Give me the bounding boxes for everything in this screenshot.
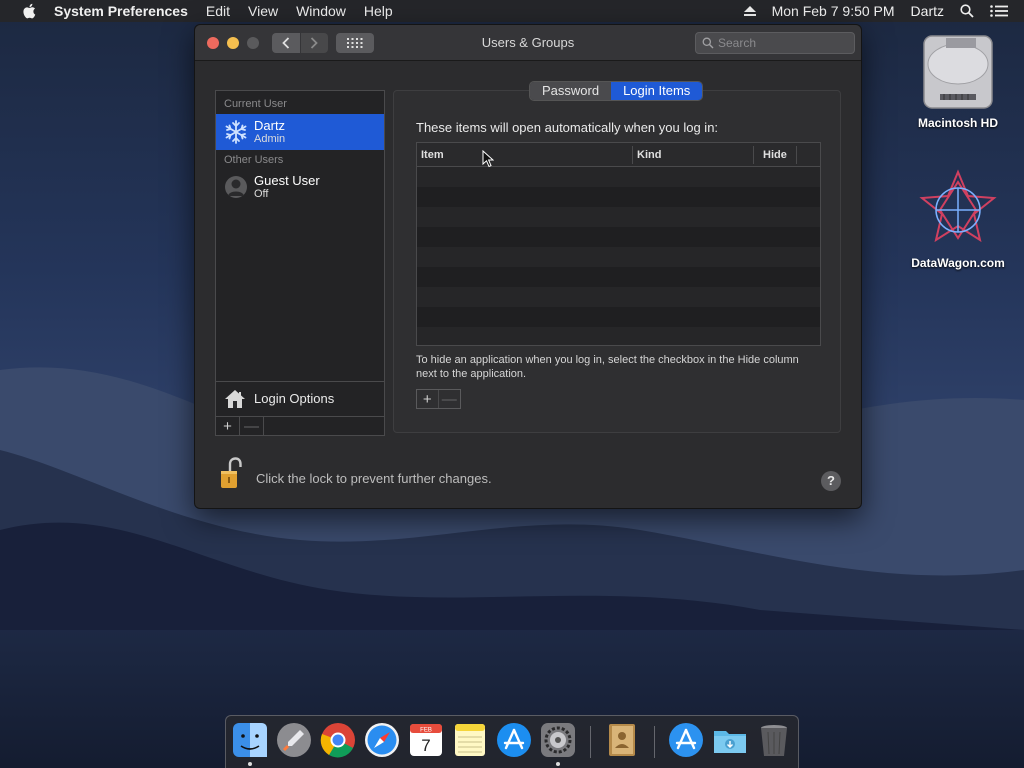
menu-edit[interactable]: Edit <box>206 3 230 19</box>
table-header: Item Kind Hide <box>417 143 820 167</box>
tab-password[interactable]: Password <box>530 82 612 100</box>
chrome-icon[interactable] <box>320 722 356 758</box>
other-users-label: Other Users <box>224 154 284 166</box>
table-row <box>417 167 820 187</box>
unlocked-padlock-icon[interactable] <box>219 457 243 491</box>
column-header-item[interactable]: Item <box>421 149 444 161</box>
users-sidebar: Current User Dartz Admin Other Users Gue… <box>215 90 385 436</box>
applications-folder-icon[interactable] <box>668 722 704 758</box>
hard-drive-icon <box>923 35 993 109</box>
desktop-icon-label: DataWagon.com <box>911 256 1005 270</box>
notification-center-icon[interactable] <box>990 5 1008 17</box>
column-divider <box>632 146 633 164</box>
dock: FEB 7 <box>225 715 799 768</box>
table-row <box>417 287 820 307</box>
apple-menu-icon[interactable] <box>20 3 38 19</box>
trash-icon[interactable] <box>756 722 792 758</box>
launchpad-icon[interactable] <box>276 722 312 758</box>
guest-user-avatar-icon <box>225 176 247 198</box>
desktop-icon-macintosh-hd[interactable]: Macintosh HD <box>903 32 1013 130</box>
add-user-button[interactable]: + <box>216 417 240 436</box>
login-options-label: Login Options <box>254 391 335 406</box>
notes-icon[interactable] <box>452 722 488 758</box>
menu-app-name[interactable]: System Preferences <box>54 3 188 19</box>
table-row <box>417 267 820 287</box>
login-items-buttons: + — <box>416 389 461 409</box>
contacts-icon[interactable] <box>604 722 640 758</box>
user-row-guest[interactable]: Guest User Off <box>216 169 384 205</box>
user-row-dartz[interactable]: Dartz Admin <box>216 114 384 150</box>
remove-user-button[interactable]: — <box>240 417 264 436</box>
users-groups-window: Users & Groups Current User Dartz Admin … <box>194 24 862 509</box>
calendar-day: 7 <box>421 736 430 755</box>
snowflake-avatar-icon <box>225 120 247 144</box>
menubar: System Preferences Edit View Window Help… <box>0 0 1024 22</box>
mouse-cursor-icon <box>482 150 494 168</box>
app-store-icon[interactable] <box>496 722 532 758</box>
user-role: Admin <box>254 133 286 145</box>
sidebar-buttons: + — <box>216 416 384 436</box>
table-row <box>417 307 820 327</box>
desktop-icon-label: Macintosh HD <box>917 116 998 130</box>
search-field[interactable] <box>695 32 855 54</box>
menubar-clock[interactable]: Mon Feb 7 9:50 PM <box>772 3 895 19</box>
finder-icon[interactable] <box>232 722 268 758</box>
add-login-item-button[interactable]: + <box>417 390 439 408</box>
column-divider <box>753 146 754 164</box>
table-row <box>417 227 820 247</box>
login-options-item[interactable]: Login Options <box>216 381 384 415</box>
calendar-month: FEB <box>420 728 432 734</box>
user-name: Dartz <box>254 118 286 133</box>
tab-login-items[interactable]: Login Items <box>611 82 703 100</box>
user-name: Guest User <box>254 173 320 188</box>
desktop-icon-datawagon[interactable]: DataWagon.com <box>903 168 1013 270</box>
window-titlebar[interactable]: Users & Groups <box>195 25 861 61</box>
eject-icon[interactable] <box>743 6 756 16</box>
star-logo-icon <box>919 169 997 243</box>
hide-hint-text: To hide an application when you log in, … <box>416 354 799 380</box>
column-header-kind[interactable]: Kind <box>637 149 661 161</box>
house-icon <box>225 389 245 408</box>
running-indicator <box>248 762 252 766</box>
table-row <box>417 187 820 207</box>
help-button[interactable]: ? <box>821 471 841 491</box>
lock-message: Click the lock to prevent further change… <box>256 471 492 486</box>
menu-help[interactable]: Help <box>364 3 393 19</box>
table-row <box>417 247 820 267</box>
menubar-user[interactable]: Dartz <box>911 3 944 19</box>
running-indicator <box>556 762 560 766</box>
tab-bar: Password Login Items <box>529 81 704 101</box>
remove-login-item-button[interactable]: — <box>439 390 460 408</box>
current-user-label: Current User <box>224 98 287 110</box>
menu-view[interactable]: View <box>248 3 278 19</box>
spotlight-search-icon[interactable] <box>960 4 974 18</box>
column-divider <box>796 146 797 164</box>
dock-separator <box>654 726 655 758</box>
calendar-icon[interactable]: FEB 7 <box>408 722 444 758</box>
user-status: Off <box>254 188 269 200</box>
search-icon <box>702 37 714 49</box>
login-items-heading: These items will open automatically when… <box>416 120 719 135</box>
system-preferences-icon[interactable] <box>540 722 576 758</box>
search-input[interactable] <box>718 36 848 50</box>
table-row <box>417 207 820 227</box>
table-row <box>417 327 820 345</box>
column-header-hide[interactable]: Hide <box>763 149 787 161</box>
downloads-folder-icon[interactable] <box>712 722 748 758</box>
dock-separator <box>590 726 591 758</box>
safari-icon[interactable] <box>364 722 400 758</box>
menu-window[interactable]: Window <box>296 3 346 19</box>
login-items-table[interactable]: Item Kind Hide <box>416 142 821 346</box>
